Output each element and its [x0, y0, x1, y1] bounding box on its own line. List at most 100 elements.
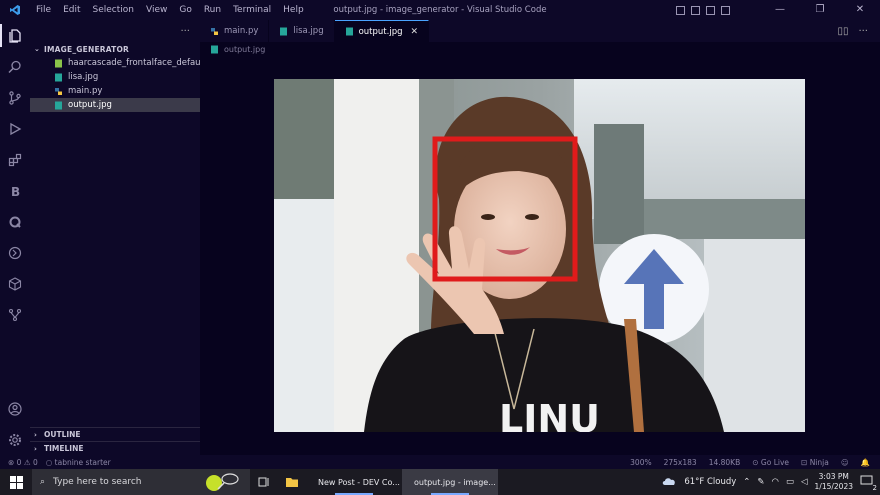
- image-file-icon: [345, 27, 354, 36]
- menu-run[interactable]: Run: [198, 0, 227, 20]
- activity-bar: B: [0, 20, 30, 455]
- file-name: output.jpg: [68, 100, 112, 110]
- battery-icon[interactable]: ▭: [786, 477, 794, 487]
- minimize-button[interactable]: —: [760, 0, 800, 20]
- editor-area: main.py lisa.jpg output.jpg ✕ ▯▯ ··· out…: [200, 20, 880, 455]
- go-live-button[interactable]: ⊙ Go Live: [752, 458, 789, 467]
- toggle-panel-icon[interactable]: [691, 5, 700, 15]
- split-editor-icon[interactable]: ▯▯: [837, 26, 848, 37]
- account-icon[interactable]: [0, 393, 30, 424]
- outline-section[interactable]: › OUTLINE: [30, 427, 200, 441]
- taskbar-app-vscode[interactable]: output.jpg - image...: [402, 469, 498, 495]
- file-item-main-py[interactable]: main.py: [30, 84, 200, 98]
- file-name: lisa.jpg: [68, 72, 99, 82]
- menu-view[interactable]: View: [140, 0, 173, 20]
- python-file-icon: [210, 27, 219, 36]
- feedback-icon[interactable]: ☺: [841, 458, 849, 467]
- tab-main-py[interactable]: main.py: [200, 20, 270, 42]
- notifications-bell-icon[interactable]: 🔔: [861, 458, 870, 467]
- toggle-sidebar-icon[interactable]: [676, 5, 685, 15]
- zoom-level[interactable]: 300%: [630, 458, 651, 467]
- menu-bar: File Edit Selection View Go Run Terminal…: [30, 0, 310, 20]
- folder-header[interactable]: ⌄ IMAGE_GENERATOR: [30, 42, 200, 56]
- notifications-icon[interactable]: 2: [860, 475, 877, 492]
- ninja-status[interactable]: ⊡ Ninja: [801, 458, 829, 467]
- source-control-icon[interactable]: [0, 82, 30, 113]
- windows-taskbar: ⌕ Type here to search New Post - DEV Co.…: [0, 469, 880, 495]
- image-dimensions: 275x183: [663, 457, 697, 467]
- clock[interactable]: 3:03 PM 1/15/2023: [815, 472, 853, 492]
- taskbar-app-brave[interactable]: New Post - DEV Co...: [306, 469, 402, 495]
- more-actions-icon[interactable]: ···: [180, 26, 190, 37]
- timeline-section[interactable]: › TIMELINE: [30, 441, 200, 455]
- customize-layout-icon[interactable]: [721, 5, 730, 15]
- tab-label: output.jpg: [358, 26, 403, 37]
- package-icon[interactable]: [0, 268, 30, 299]
- blackbox-extension-icon[interactable]: B: [0, 175, 30, 206]
- close-window-button[interactable]: ✕: [840, 0, 880, 20]
- breadcrumb: output.jpg: [200, 42, 880, 56]
- search-icon: ⌕: [40, 477, 46, 487]
- tab-label: main.py: [224, 26, 259, 36]
- volume-icon[interactable]: ◁: [801, 477, 808, 487]
- close-tab-icon[interactable]: ✕: [410, 27, 418, 37]
- folder-name: IMAGE_GENERATOR: [44, 44, 130, 54]
- notification-count-badge: 2: [872, 483, 877, 492]
- file-name: main.py: [68, 86, 103, 96]
- tabnine-status[interactable]: ○ tabnine starter: [46, 458, 111, 467]
- windows-start-icon[interactable]: [0, 469, 32, 495]
- menu-terminal[interactable]: Terminal: [227, 0, 277, 20]
- taskbar-search-input[interactable]: ⌕ Type here to search: [32, 469, 250, 495]
- file-item-output[interactable]: output.jpg: [30, 98, 200, 112]
- xml-file-icon: [54, 59, 63, 68]
- vscode-logo-icon: [0, 0, 30, 20]
- remote-icon[interactable]: [0, 237, 30, 268]
- svg-text:LINU: LINU: [499, 397, 600, 432]
- tab-output-jpg[interactable]: output.jpg ✕: [334, 20, 430, 42]
- file-item-lisa[interactable]: lisa.jpg: [30, 70, 200, 84]
- menu-edit[interactable]: Edit: [57, 0, 86, 20]
- explorer-icon[interactable]: [0, 20, 30, 51]
- cloudy-weather-icon[interactable]: [661, 476, 677, 489]
- output-photo: LINU: [274, 79, 805, 432]
- run-debug-icon[interactable]: [0, 113, 30, 144]
- more-actions-icon[interactable]: ···: [858, 26, 868, 37]
- image-filesize: 14.80KB: [708, 457, 741, 467]
- search-icon[interactable]: [0, 51, 30, 82]
- explorer-sidebar: ··· ⌄ IMAGE_GENERATOR haarcascade_fronta…: [30, 20, 200, 455]
- breadcrumb-item[interactable]: output.jpg: [224, 45, 265, 54]
- image-file-icon: [279, 27, 288, 36]
- status-bar: ⊗ 0 ⚠ 0 ○ tabnine starter 300% 275x183 1…: [0, 455, 880, 469]
- chevron-right-icon: ›: [34, 430, 37, 439]
- file-item-haarcascade[interactable]: haarcascade_frontalface_default.x...: [30, 56, 200, 70]
- title-bar: File Edit Selection View Go Run Terminal…: [0, 0, 880, 20]
- menu-help[interactable]: Help: [277, 0, 310, 20]
- menu-go[interactable]: Go: [173, 0, 197, 20]
- weather-text[interactable]: 61°F Cloudy: [684, 477, 736, 487]
- file-name: haarcascade_frontalface_default.x...: [68, 58, 200, 68]
- problems-indicator[interactable]: ⊗ 0 ⚠ 0: [8, 458, 38, 467]
- timeline-label: TIMELINE: [44, 444, 84, 453]
- python-file-icon: [54, 87, 63, 96]
- toggle-secondary-sidebar-icon[interactable]: [706, 5, 715, 15]
- menu-file[interactable]: File: [30, 0, 57, 20]
- outline-label: OUTLINE: [44, 430, 81, 439]
- tree-icon[interactable]: [0, 299, 30, 330]
- tab-lisa-jpg[interactable]: lisa.jpg: [269, 20, 335, 42]
- maximize-button[interactable]: ❐: [800, 0, 840, 20]
- chevron-down-icon: ⌄: [34, 45, 41, 53]
- image-preview: LINU: [274, 79, 805, 432]
- quokka-extension-icon[interactable]: [0, 206, 30, 237]
- image-file-icon: [54, 101, 63, 110]
- system-tray: 61°F Cloudy ⌃ ✎ ◠ ▭ ◁ 3:03 PM 1/15/2023 …: [661, 469, 880, 495]
- extensions-icon[interactable]: [0, 144, 30, 175]
- menu-selection[interactable]: Selection: [87, 0, 140, 20]
- tab-bar: main.py lisa.jpg output.jpg ✕ ▯▯ ···: [200, 20, 880, 42]
- chevron-up-icon[interactable]: ⌃: [743, 477, 750, 487]
- settings-gear-icon[interactable]: [0, 424, 30, 455]
- task-view-icon[interactable]: [250, 469, 278, 495]
- image-file-icon: [54, 73, 63, 82]
- network-icon[interactable]: ◠: [772, 477, 779, 487]
- file-explorer-icon[interactable]: [278, 469, 306, 495]
- pen-icon[interactable]: ✎: [757, 477, 764, 487]
